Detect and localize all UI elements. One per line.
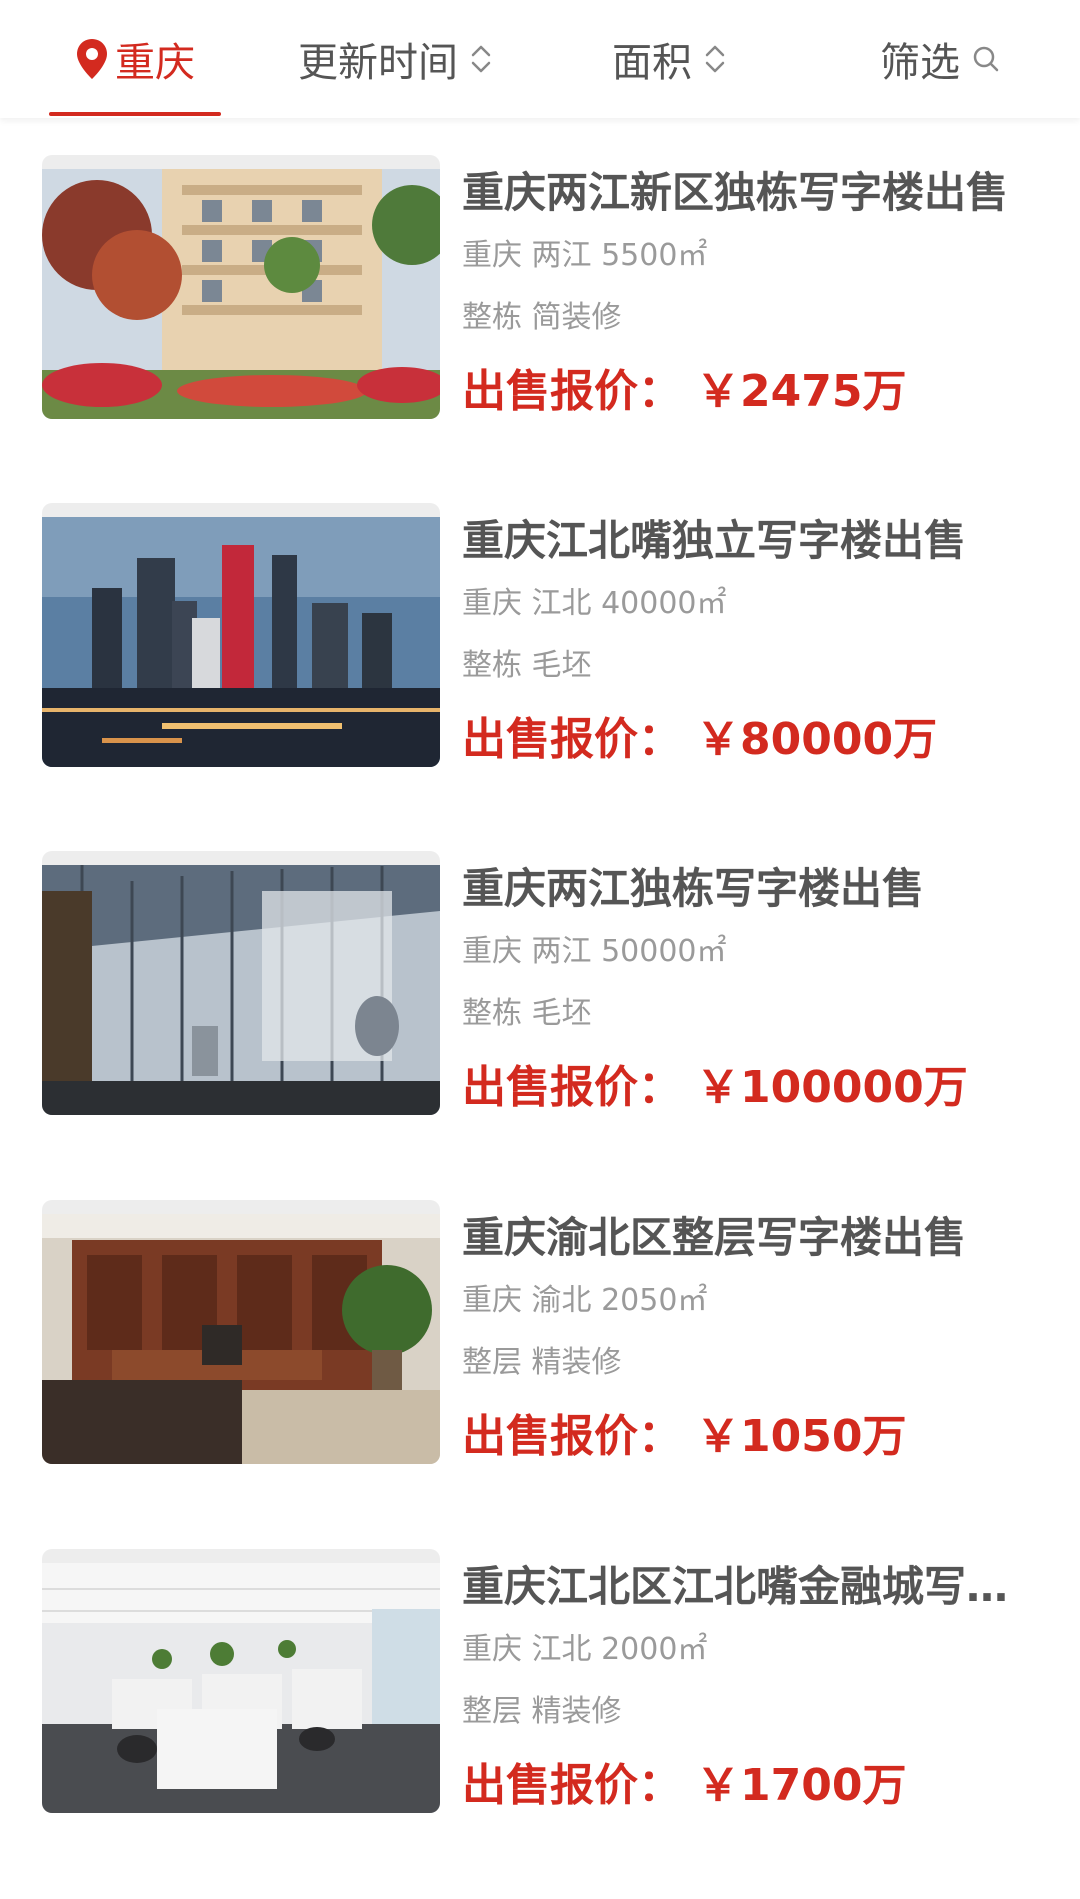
sort-area-label: 面积 xyxy=(612,40,692,86)
glass-lobby-photo xyxy=(42,865,440,1115)
sort-update-time-label: 更新时间 xyxy=(298,40,458,86)
listing-type: 整栋 简装修 xyxy=(462,300,622,335)
price-label: 出售报价： xyxy=(462,1062,682,1113)
listing-card[interactable]: 重庆江北区江北嘴金融城写字楼 重庆 江北 2000㎡ 整层 精装修 出售报价： ￥… xyxy=(42,1539,1042,1814)
listing-thumbnail xyxy=(42,851,440,1115)
listing-location: 重庆 两江 50000㎡ xyxy=(462,934,727,969)
listing-thumbnail xyxy=(42,155,440,419)
location-pin-icon xyxy=(75,38,109,80)
price-label: 出售报价： xyxy=(462,714,682,765)
listing-title: 重庆江北嘴独立写字楼出售 xyxy=(462,516,967,565)
listing-type: 整栋 毛坯 xyxy=(462,996,592,1031)
listing-title: 重庆两江新区独栋写字楼出售 xyxy=(462,168,1009,217)
filter-bar: 重庆 更新时间 面积 筛选 xyxy=(0,0,1080,118)
city-selector[interactable]: 重庆 xyxy=(49,0,221,118)
price-value: ￥2475万 xyxy=(696,366,907,417)
sort-updown-icon xyxy=(704,42,726,76)
price-label: 出售报价： xyxy=(462,1760,682,1811)
executive-office-photo xyxy=(42,1214,440,1464)
listing-title: 重庆江北区江北嘴金融城写字楼 xyxy=(462,1562,1042,1611)
price-label: 出售报价： xyxy=(462,366,682,417)
listing-card[interactable]: 重庆两江独栋写字楼出售 重庆 两江 50000㎡ 整栋 毛坯 出售报价： ￥100… xyxy=(42,841,1042,1116)
listing-price: 出售报价： ￥1700万 xyxy=(462,1758,1042,1814)
search-icon xyxy=(972,45,1000,73)
listing-info: 重庆两江新区独栋写字楼出售 重庆 两江 5500㎡ 整栋 简装修 出售报价： ￥2… xyxy=(462,165,1042,420)
listing-location: 重庆 渝北 2050㎡ xyxy=(462,1283,708,1318)
listing-info: 重庆江北区江北嘴金融城写字楼 重庆 江北 2000㎡ 整层 精装修 出售报价： ￥… xyxy=(462,1559,1042,1814)
sort-area[interactable]: 面积 xyxy=(612,0,726,118)
open-office-photo xyxy=(42,1563,440,1813)
sort-updown-icon xyxy=(470,42,492,76)
listing-title: 重庆渝北区整层写字楼出售 xyxy=(462,1213,967,1262)
listing-type: 整层 精装修 xyxy=(462,1345,622,1380)
filter-label: 筛选 xyxy=(880,40,960,86)
listing-thumbnail xyxy=(42,503,440,767)
city-label: 重庆 xyxy=(115,40,195,86)
listing-info: 重庆两江独栋写字楼出售 重庆 两江 50000㎡ 整栋 毛坯 出售报价： ￥100… xyxy=(462,861,1042,1116)
listing-location: 重庆 两江 5500㎡ xyxy=(462,238,708,273)
price-label: 出售报价： xyxy=(462,1411,682,1462)
listing-price: 出售报价： ￥100000万 xyxy=(462,1060,1042,1116)
listing-type: 整栋 毛坯 xyxy=(462,648,592,683)
listing-thumbnail xyxy=(42,1200,440,1464)
listing-price: 出售报价： ￥1050万 xyxy=(462,1409,1042,1465)
building-exterior-photo xyxy=(42,169,440,419)
listing-card[interactable]: 重庆渝北区整层写字楼出售 重庆 渝北 2050㎡ 整层 精装修 出售报价： ￥10… xyxy=(42,1190,1042,1465)
listing-location: 重庆 江北 2000㎡ xyxy=(462,1632,708,1667)
price-value: ￥100000万 xyxy=(696,1062,968,1113)
listing-type: 整层 精装修 xyxy=(462,1694,622,1729)
active-tab-underline xyxy=(49,112,221,116)
listing-info: 重庆江北嘴独立写字楼出售 重庆 江北 40000㎡ 整栋 毛坯 出售报价： ￥80… xyxy=(462,513,1042,768)
city-skyline-photo xyxy=(42,517,440,767)
listing-card[interactable]: 重庆江北嘴独立写字楼出售 重庆 江北 40000㎡ 整栋 毛坯 出售报价： ￥80… xyxy=(42,493,1042,768)
price-value: ￥1050万 xyxy=(696,1411,907,1462)
listing-price: 出售报价： ￥80000万 xyxy=(462,712,1042,768)
sort-update-time[interactable]: 更新时间 xyxy=(298,0,492,118)
price-value: ￥80000万 xyxy=(696,714,938,765)
listing-card[interactable]: 重庆两江新区独栋写字楼出售 重庆 两江 5500㎡ 整栋 简装修 出售报价： ￥2… xyxy=(42,145,1042,420)
listing-price: 出售报价： ￥2475万 xyxy=(462,364,1042,420)
listing-location: 重庆 江北 40000㎡ xyxy=(462,586,727,621)
listing-info: 重庆渝北区整层写字楼出售 重庆 渝北 2050㎡ 整层 精装修 出售报价： ￥10… xyxy=(462,1210,1042,1465)
listing-thumbnail xyxy=(42,1549,440,1813)
listing-title: 重庆两江独栋写字楼出售 xyxy=(462,864,925,913)
filter-button[interactable]: 筛选 xyxy=(880,0,1000,118)
price-value: ￥1700万 xyxy=(696,1760,907,1811)
